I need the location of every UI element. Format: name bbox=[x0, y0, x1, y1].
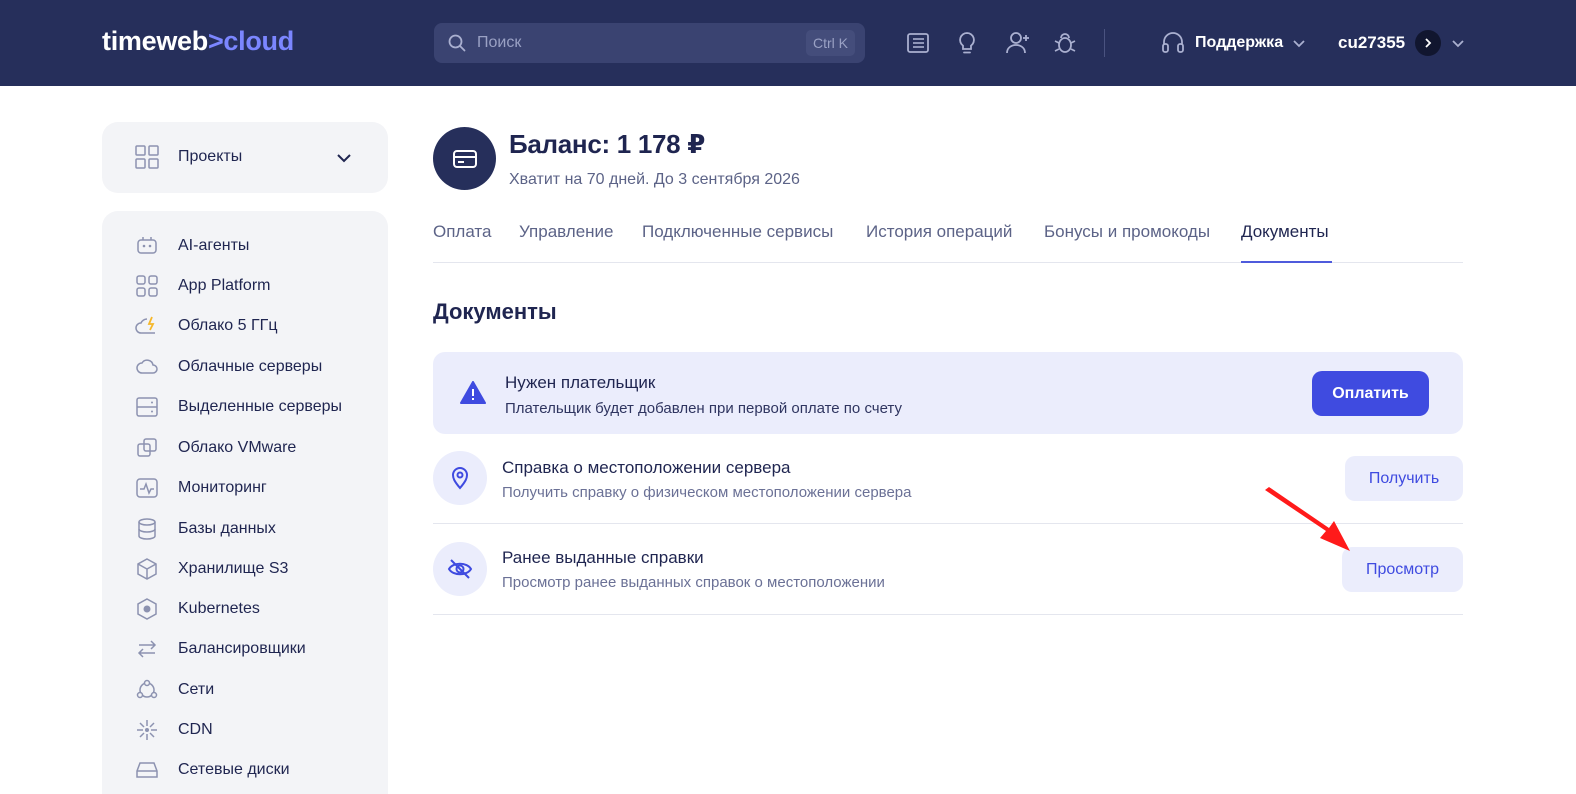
topbar-divider bbox=[1104, 29, 1105, 57]
kubernetes-icon bbox=[137, 598, 157, 620]
logo-text: timeweb bbox=[102, 26, 208, 56]
chevron-right-icon bbox=[1415, 30, 1442, 56]
row-icon-container bbox=[433, 542, 487, 596]
support-dropdown[interactable]: Поддержка bbox=[1160, 29, 1306, 57]
balance-avatar bbox=[433, 127, 496, 190]
row-icon-container bbox=[433, 451, 487, 505]
sidebar-item-label: AI-агенты bbox=[178, 237, 250, 254]
sidebar-item-label: Выделенные серверы bbox=[178, 398, 343, 415]
monitoring-icon bbox=[136, 478, 158, 498]
sidebar-item-label: Сети bbox=[178, 681, 215, 698]
billing-tabs: Оплата Управление Подключенные сервисы И… bbox=[433, 220, 1463, 263]
sidebar-navigation: AI-агенты App Platform Облако 5 ГГц Обла… bbox=[102, 211, 388, 794]
grid-icon bbox=[136, 275, 158, 297]
user-menu[interactable]: cu27355 bbox=[1338, 28, 1465, 58]
sidebar-item-label: App Platform bbox=[178, 277, 271, 294]
sidebar-item-label: Базы данных bbox=[178, 520, 276, 537]
cloud-icon bbox=[136, 359, 158, 374]
sidebar-item-vmware[interactable]: Облако VMware bbox=[102, 428, 388, 468]
headset-icon bbox=[1162, 32, 1184, 53]
database-icon bbox=[138, 518, 156, 540]
balance-subtitle: Хватит на 70 дней. До 3 сентября 2026 bbox=[509, 171, 800, 188]
tab-operations-history[interactable]: История операций bbox=[866, 222, 1012, 242]
row-subtitle: Просмотр ранее выданных справок о местоп… bbox=[502, 574, 885, 591]
sidebar-item-databases[interactable]: Базы данных bbox=[102, 509, 388, 549]
annotation-arrow-icon bbox=[1265, 487, 1350, 551]
sidebar-item-kubernetes[interactable]: Kubernetes bbox=[102, 589, 388, 629]
sidebar-item-label: Kubernetes bbox=[178, 600, 260, 617]
location-pin-icon bbox=[451, 467, 469, 490]
arrows-icon bbox=[137, 640, 157, 658]
active-tab-indicator bbox=[1241, 261, 1332, 263]
row-title: Ранее выданные справки bbox=[502, 548, 704, 567]
chevron-down-icon bbox=[337, 154, 351, 163]
add-user-icon[interactable] bbox=[1005, 29, 1031, 57]
sidebar-item-network-disks[interactable]: Сетевые диски bbox=[102, 750, 388, 790]
pay-button[interactable]: Оплатить bbox=[1312, 371, 1429, 416]
disk-icon bbox=[136, 762, 158, 778]
get-certificate-button[interactable]: Получить bbox=[1345, 456, 1463, 501]
sidebar-item-cloud-servers[interactable]: Облачные серверы bbox=[102, 347, 388, 387]
timeweb-cloud-logo[interactable]: timeweb>cloud bbox=[102, 26, 294, 57]
sidebar-item-label: Облако 5 ГГц bbox=[178, 317, 278, 334]
tab-documents[interactable]: Документы bbox=[1241, 222, 1329, 242]
alert-subtitle: Плательщик будет добавлен при первой опл… bbox=[505, 400, 902, 417]
news-icon[interactable] bbox=[905, 29, 931, 57]
tab-management[interactable]: Управление bbox=[519, 222, 614, 242]
top-navigation-bar: timeweb>cloud Поиск Ctrl K Поддержка cu2… bbox=[0, 0, 1576, 86]
sidebar-item-label: CDN bbox=[178, 721, 213, 738]
tab-payment[interactable]: Оплата bbox=[433, 222, 491, 242]
chevron-down-icon bbox=[1452, 40, 1464, 48]
logo-mark: > bbox=[207, 26, 224, 56]
tab-bonuses-promocodes[interactable]: Бонусы и промокоды bbox=[1044, 222, 1210, 242]
lightbulb-icon[interactable] bbox=[954, 29, 980, 57]
projects-label: Проекты bbox=[178, 148, 243, 165]
sidebar-item-label: Балансировщики bbox=[178, 640, 306, 657]
robot-icon bbox=[137, 237, 157, 254]
search-input[interactable]: Поиск Ctrl K bbox=[434, 23, 865, 63]
sidebar-item-load-balancers[interactable]: Балансировщики bbox=[102, 629, 388, 669]
projects-dropdown[interactable]: Проекты bbox=[102, 122, 388, 193]
cube-icon bbox=[137, 558, 157, 580]
username: cu27355 bbox=[1338, 33, 1406, 52]
view-certificates-button[interactable]: Просмотр bbox=[1342, 547, 1463, 592]
eye-off-icon bbox=[447, 559, 473, 579]
logo-accent-text: cloud bbox=[223, 26, 294, 56]
sidebar-item-ai-agents[interactable]: AI-агенты bbox=[102, 226, 388, 266]
tab-connected-services[interactable]: Подключенные сервисы bbox=[642, 222, 833, 242]
cloud-bolt-icon bbox=[135, 316, 155, 334]
projects-grid-icon bbox=[135, 145, 159, 169]
row-title: Справка о местоположении сервера bbox=[502, 458, 791, 477]
sidebar-item-label: Хранилище S3 bbox=[178, 560, 289, 577]
row-subtitle: Получить справку о физическом местополож… bbox=[502, 484, 912, 501]
sidebar-item-app-platform[interactable]: App Platform bbox=[102, 266, 388, 306]
bug-icon[interactable] bbox=[1052, 29, 1078, 57]
sidebar-item-cdn[interactable]: CDN bbox=[102, 710, 388, 750]
sidebar-item-s3-storage[interactable]: Хранилище S3 bbox=[102, 549, 388, 589]
balance-title: Баланс: 1 178 ₽ bbox=[509, 129, 706, 159]
sidebar-item-label: Мониторинг bbox=[178, 479, 267, 496]
sidebar-item-monitoring[interactable]: Мониторинг bbox=[102, 468, 388, 508]
sidebar-item-label: Сетевые диски bbox=[178, 761, 290, 778]
sidebar-item-dedicated-servers[interactable]: Выделенные серверы bbox=[102, 387, 388, 427]
credit-card-icon bbox=[452, 149, 477, 168]
alert-title: Нужен плательщик bbox=[505, 373, 656, 392]
documents-heading: Документы bbox=[433, 299, 557, 324]
sidebar-item-label: Облачные серверы bbox=[178, 358, 323, 375]
payer-required-alert: Нужен плательщик Плательщик будет добавл… bbox=[433, 352, 1463, 434]
cdn-icon bbox=[137, 720, 157, 740]
sidebar-item-cloud-5ghz[interactable]: Облако 5 ГГц bbox=[102, 306, 388, 346]
server-icon bbox=[136, 397, 158, 417]
search-shortcut-hint: Ctrl K bbox=[806, 30, 855, 56]
vmware-icon bbox=[137, 438, 157, 457]
network-icon bbox=[136, 679, 158, 699]
sidebar-item-label: Облако VMware bbox=[178, 439, 297, 456]
chevron-down-icon bbox=[1293, 40, 1305, 48]
sidebar-item-networks[interactable]: Сети bbox=[102, 670, 388, 710]
search-icon bbox=[448, 34, 466, 52]
support-label: Поддержка bbox=[1195, 34, 1284, 51]
warning-icon bbox=[460, 381, 486, 404]
search-placeholder: Поиск bbox=[477, 34, 522, 51]
